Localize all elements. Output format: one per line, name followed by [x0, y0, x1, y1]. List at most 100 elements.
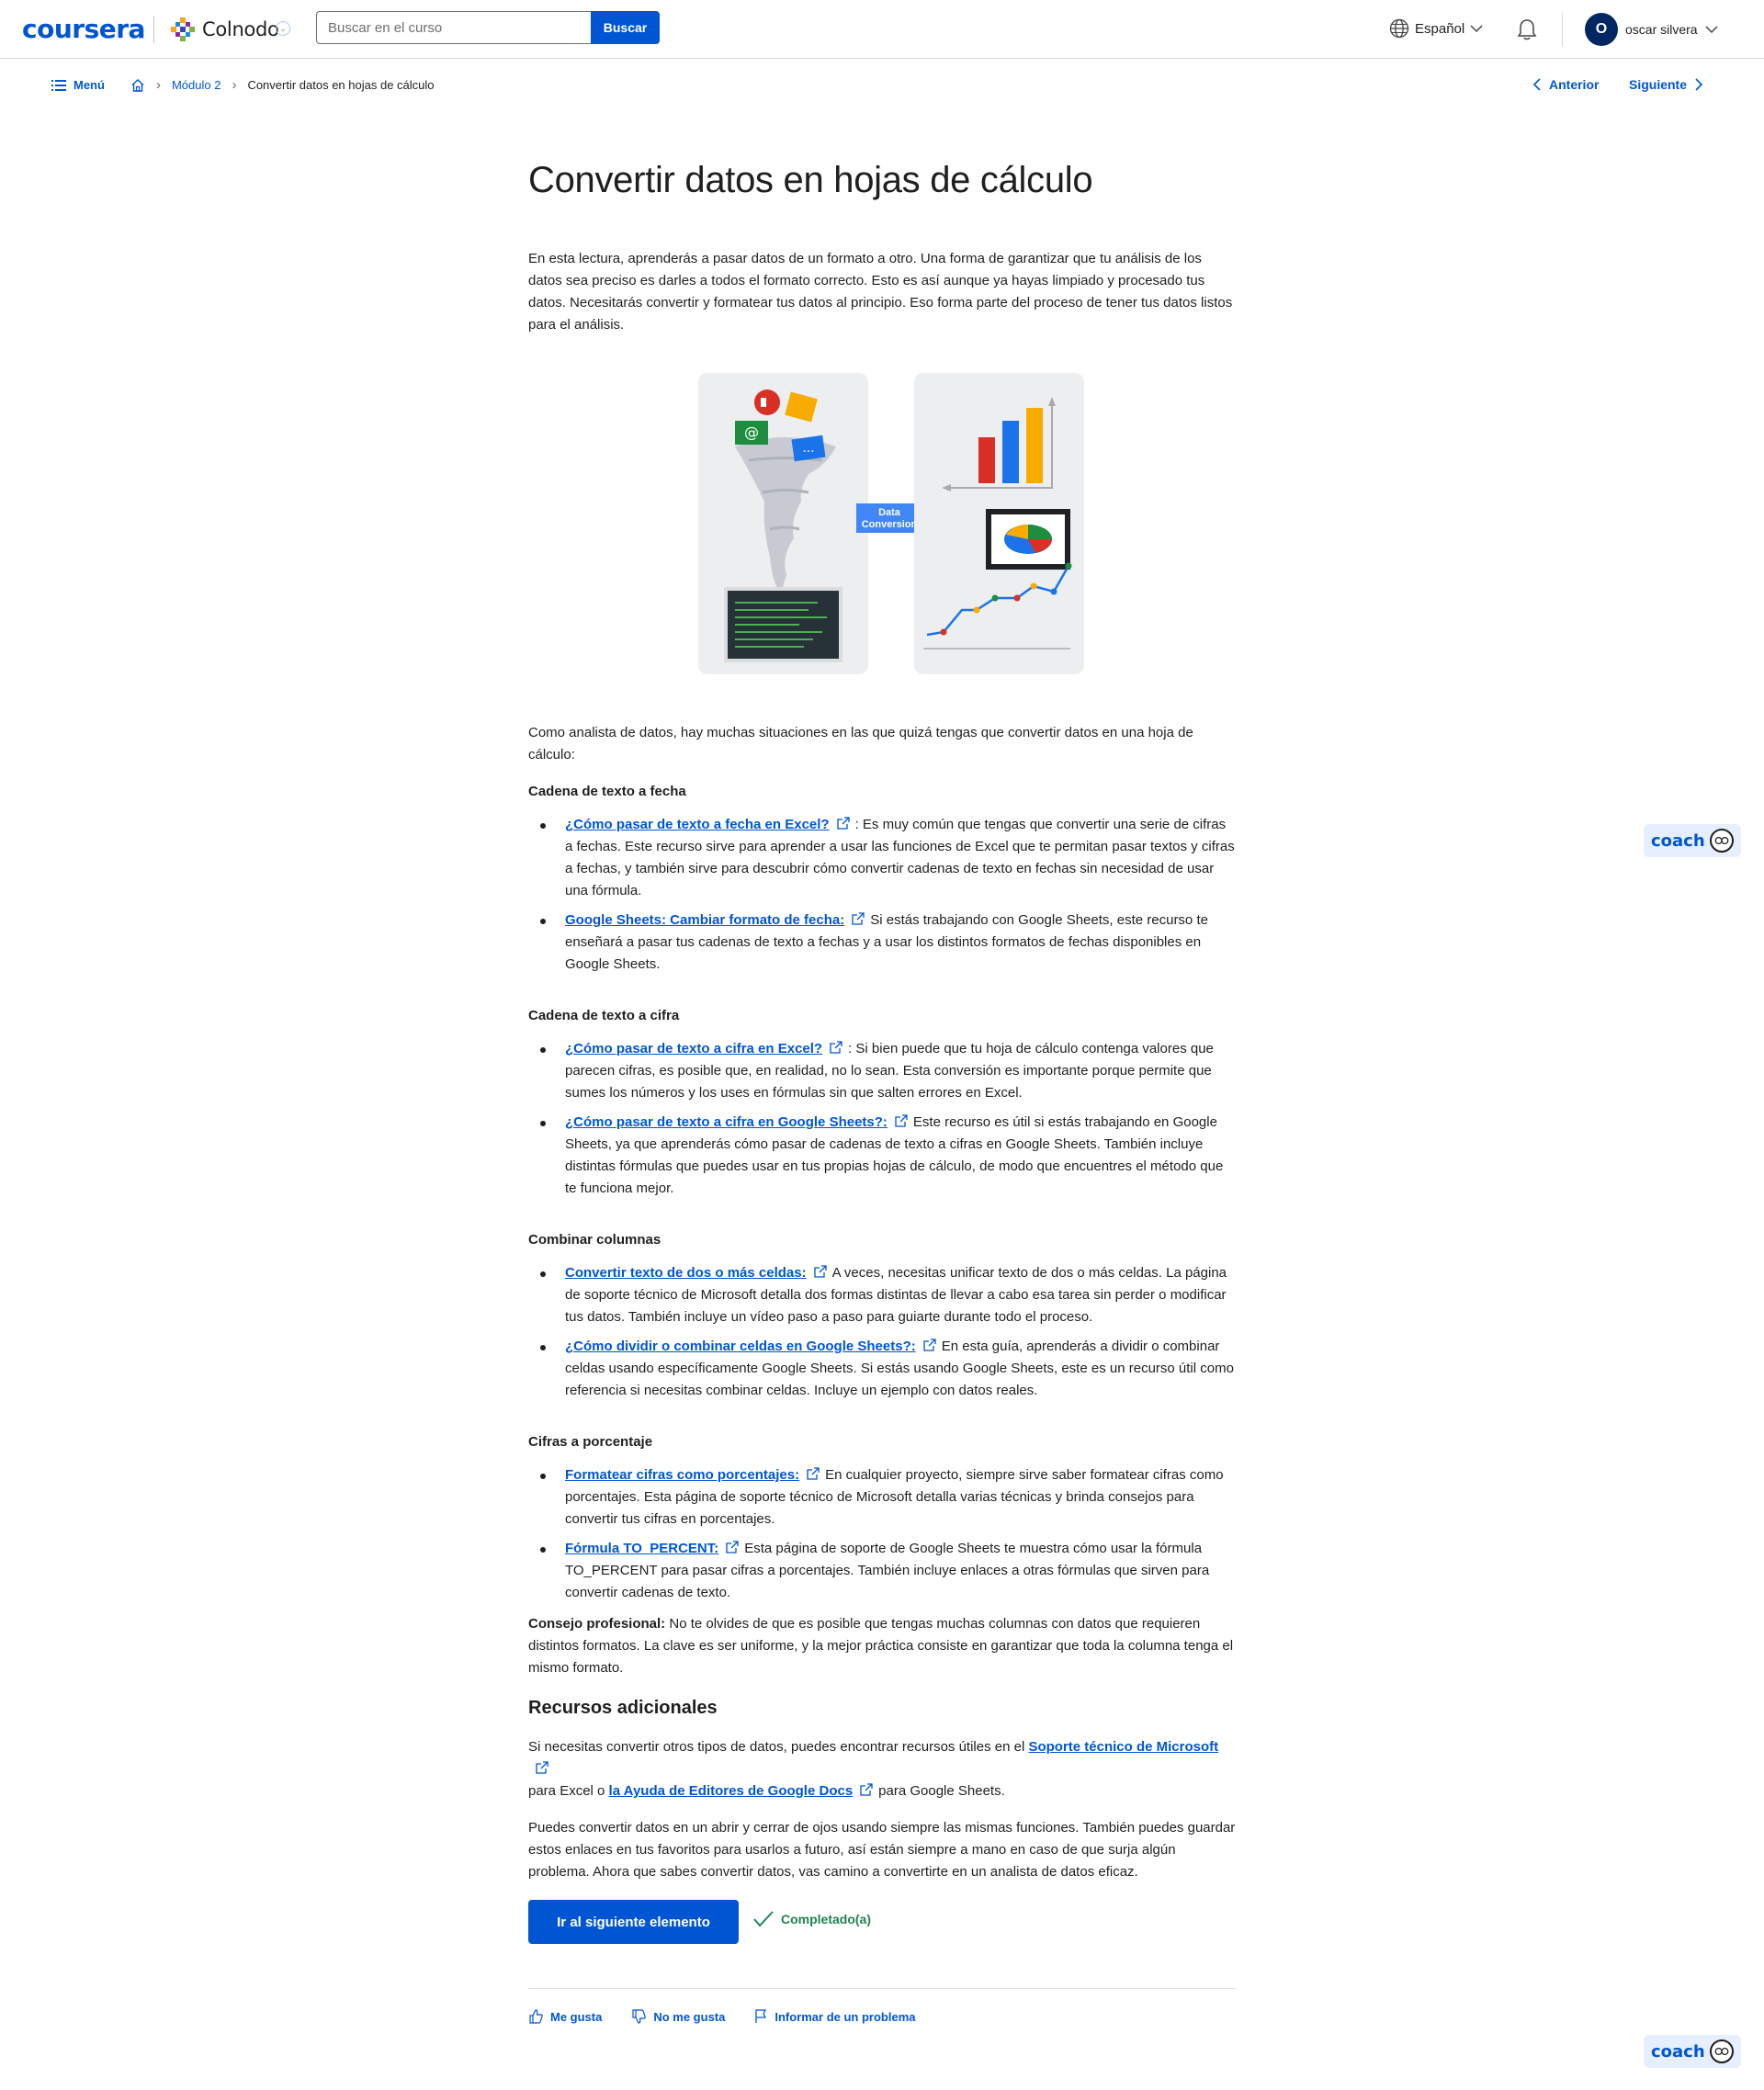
chevron-right-icon [1695, 78, 1703, 91]
go-to-next-item-button[interactable]: Ir al siguiente elemento [528, 1900, 739, 1944]
menu-label: Menú [74, 78, 105, 92]
user-menu[interactable]: O oscar silvera [1585, 13, 1718, 46]
flag-icon [755, 2009, 767, 2023]
data-conversion-illustration: @ ... Data Conversion [698, 373, 1084, 676]
chevron-left-icon [1532, 78, 1541, 91]
feedback-divider [528, 1988, 1236, 1989]
resource-link[interactable]: Convertir texto de dos o más celdas: [565, 1265, 807, 1281]
completed-status: Completado(a) [753, 1911, 871, 1927]
resource-list: ¿Cómo pasar de texto a cifra en Excel?: … [528, 1038, 1236, 1200]
partner-logo[interactable]: Colnodo [169, 13, 279, 46]
resource-link[interactable]: Fórmula TO_PERCENT: [565, 1541, 718, 1556]
google-docs-help-link[interactable]: la Ayuda de Editores de Google Docs [609, 1783, 854, 1799]
dislike-label: No me gusta [653, 2009, 726, 2024]
external-link-icon [813, 1265, 827, 1278]
list-item: ¿Cómo pasar de texto a cifra en Excel?: … [528, 1038, 1236, 1104]
resource-sections: Cadena de texto a fecha ¿Cómo pasar de te… [528, 781, 1236, 1604]
next-item-link[interactable]: Siguiente [1629, 77, 1703, 92]
closing-paragraph: Puedes convertir datos en un abrir y cer… [528, 1820, 1236, 1880]
additional-text-3: para Google Sheets. [878, 1783, 1005, 1799]
breadcrumb-module-link[interactable]: Módulo 2 [172, 78, 220, 92]
resource-list: ¿Cómo pasar de texto a fecha en Excel?: … [528, 814, 1236, 976]
chevron-down-icon [1705, 26, 1718, 34]
tornado-icon: @ ... [724, 390, 842, 662]
breadcrumb-separator-icon: › [155, 77, 161, 93]
section-heading: Cadena de texto a fecha [528, 784, 686, 799]
chevron-down-icon [1470, 25, 1483, 33]
external-link-icon [807, 1467, 820, 1480]
coach-button[interactable]: coach [1644, 824, 1741, 857]
intro-paragraph: En esta lectura, aprenderás a pasar dato… [528, 251, 1233, 333]
notifications-bell-icon[interactable] [1516, 17, 1538, 41]
microsoft-support-link[interactable]: Soporte técnico de Microsoft [1028, 1739, 1218, 1755]
coach-button[interactable]: coach [1644, 2035, 1741, 2068]
partner-name: Colnodo [202, 18, 279, 40]
page-title: Convertir datos en hojas de cálculo [528, 160, 1093, 200]
charts-illustration-icon [923, 397, 1072, 650]
resource-list: Convertir texto de dos o más celdas: A ve… [528, 1262, 1236, 1402]
section-heading: Combinar columnas [528, 1232, 662, 1248]
previous-label: Anterior [1549, 77, 1600, 92]
list-item: Formatear cifras como porcentajes: En cua… [528, 1464, 1236, 1531]
checkmark-icon [753, 1911, 774, 1927]
breadcrumb-current: Convertir datos en hojas de cálculo [247, 78, 435, 92]
breadcrumb: Menú › Módulo 2 › Convertir datos en hoj… [51, 77, 435, 93]
resource-link[interactable]: ¿Cómo pasar de texto a cifra en Google S… [565, 1114, 888, 1130]
list-item: Google Sheets: Cambiar formato de fecha:… [528, 909, 1236, 976]
resource-link[interactable]: ¿Cómo pasar de texto a fecha en Excel? [565, 817, 830, 832]
pro-tip-label: Consejo profesional: [528, 1616, 666, 1632]
partner-chevron-down-icon[interactable]: ⌄ [276, 21, 290, 36]
like-label: Me gusta [550, 2009, 603, 2024]
dislike-button[interactable]: No me gusta [631, 2009, 725, 2024]
list-item: ¿Cómo dividir o combinar celdas en Googl… [528, 1336, 1236, 1402]
menu-toggle[interactable]: Menú [51, 78, 105, 92]
tornado-panel: @ ... [698, 373, 868, 674]
report-problem-button[interactable]: Informar de un problema [754, 2009, 916, 2024]
search-input[interactable] [316, 11, 592, 44]
coach-label: coach [1651, 2041, 1705, 2062]
top-header: coursera Colnodo ⌄ Buscar Español O osca… [0, 0, 1764, 59]
resource-link[interactable]: Google Sheets: Cambiar formato de fecha: [565, 912, 844, 928]
external-link-icon [895, 1114, 908, 1127]
additional-resources-heading: Recursos adicionales [528, 1698, 718, 1718]
header-divider [1562, 13, 1563, 46]
previous-item-link[interactable]: Anterior [1532, 77, 1599, 92]
avatar: O [1585, 13, 1618, 46]
charts-panel [914, 373, 1084, 674]
next-label: Siguiente [1629, 77, 1688, 92]
resource-link[interactable]: ¿Cómo dividir o combinar celdas en Googl… [565, 1339, 916, 1354]
resource-link[interactable]: ¿Cómo pasar de texto a cifra en Excel? [565, 1041, 822, 1056]
coursera-logo[interactable]: coursera [22, 14, 145, 44]
menu-list-icon [51, 79, 66, 91]
external-link-icon [836, 817, 850, 830]
resource-link[interactable]: Formatear cifras como porcentajes: [565, 1467, 799, 1483]
external-link-icon [726, 1541, 739, 1553]
report-label: Informar de un problema [775, 2009, 916, 2024]
additional-text-1: Si necesitas convertir otros tipos de da… [528, 1739, 1029, 1755]
external-link-icon [852, 912, 865, 925]
arrow-label-data: Data [878, 507, 901, 518]
thumbs-up-icon [529, 2009, 543, 2024]
additional-resources-paragraph: Si necesitas convertir otros tipos de da… [528, 1736, 1236, 1802]
list-item: Convertir texto de dos o más celdas: A ve… [528, 1262, 1236, 1328]
coach-logo-icon [1710, 2039, 1734, 2063]
language-selector[interactable]: Español [1389, 18, 1483, 39]
coach-label: coach [1651, 830, 1705, 851]
breadcrumb-separator-icon: › [232, 77, 237, 93]
completed-label: Completado(a) [781, 1912, 871, 1926]
globe-icon [1389, 18, 1409, 39]
search-button[interactable]: Buscar [591, 11, 660, 44]
thumbs-down-icon [632, 2009, 647, 2024]
like-button[interactable]: Me gusta [528, 2009, 602, 2024]
arrow-label-conversion: Conversion [862, 519, 918, 530]
external-link-icon [860, 1783, 873, 1796]
external-link-icon [830, 1041, 842, 1054]
coach-logo-icon [1710, 829, 1734, 853]
svg-text:@: @ [744, 424, 759, 441]
list-item: ¿Cómo pasar de texto a fecha en Excel?: … [528, 814, 1236, 902]
additional-text-2: para Excel o [528, 1783, 609, 1799]
language-label: Español [1415, 20, 1465, 37]
home-icon[interactable] [130, 78, 145, 93]
user-name: oscar silvera [1625, 22, 1698, 37]
svg-text:...: ... [802, 441, 814, 456]
